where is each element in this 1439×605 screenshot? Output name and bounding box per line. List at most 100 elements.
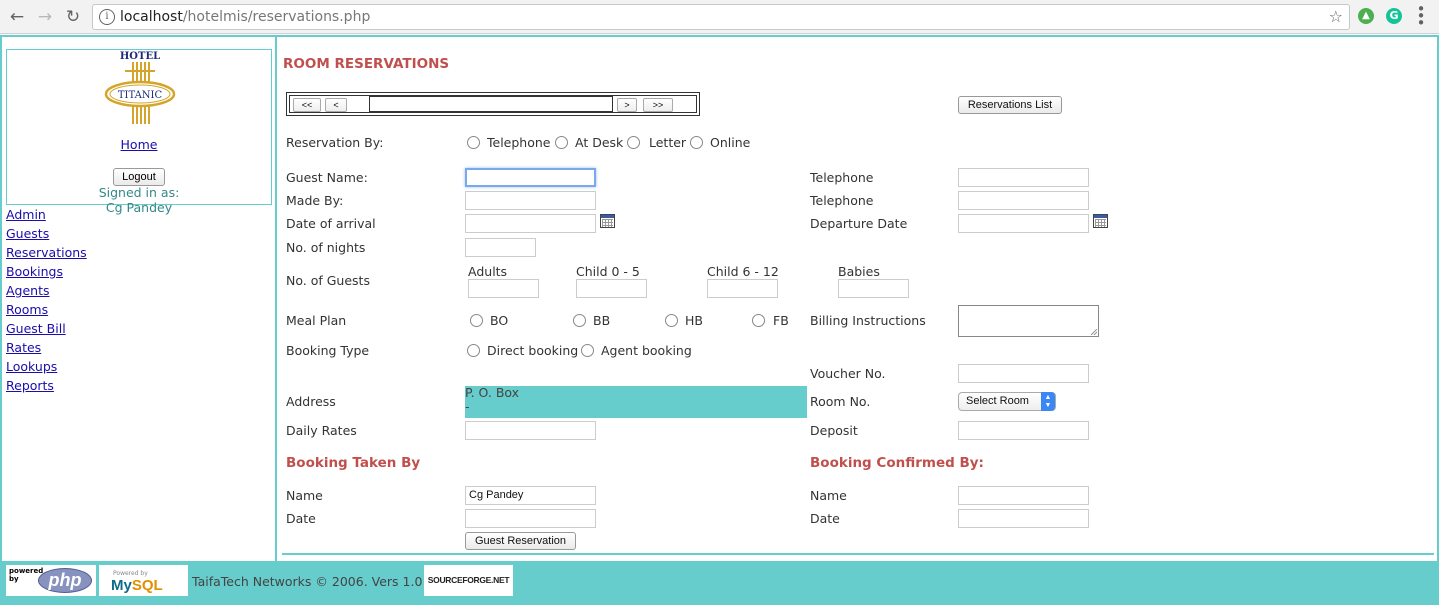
sidebar-link-reports[interactable]: Reports xyxy=(6,378,54,393)
back-arrow-icon[interactable]: ← xyxy=(6,6,28,28)
confirmed-by-name-input[interactable] xyxy=(958,486,1089,505)
logout-button[interactable]: Logout xyxy=(113,168,165,186)
daily-rates-input[interactable] xyxy=(465,421,596,440)
child-6-12-label: Child 6 - 12 xyxy=(707,264,779,279)
radio-meal-bo-label: BO xyxy=(490,313,509,328)
sidebar-link-guests[interactable]: Guests xyxy=(6,226,49,241)
sidebar-link-guest-bill[interactable]: Guest Bill xyxy=(6,321,66,336)
page-frame: HOTEL TITANIC Home Logout Signed in as: … xyxy=(0,35,1439,605)
radio-meal-fb-label: FB xyxy=(773,313,789,328)
radio-agent-booking[interactable] xyxy=(581,344,594,357)
sidebar-link-rates[interactable]: Rates xyxy=(6,340,41,355)
calendar-icon[interactable] xyxy=(1093,214,1108,228)
footer-copyright: TaifaTech Networks © 2006. Vers 1.0 xyxy=(192,574,423,589)
no-of-nights-label: No. of nights xyxy=(286,240,366,255)
room-select[interactable]: Select Room ▲ ▼ xyxy=(958,392,1056,411)
telephone-label-2: Telephone xyxy=(810,193,874,208)
radio-online[interactable] xyxy=(690,136,703,149)
radio-meal-hb-label: HB xyxy=(685,313,703,328)
radio-telephone-label: Telephone xyxy=(487,135,551,150)
address-block[interactable]: P. O. Box - xyxy=(465,386,807,418)
record-pager: << < > >> xyxy=(286,92,700,116)
sidebar-item-guest-bill: Guest Bill xyxy=(6,321,87,340)
radio-meal-fb[interactable] xyxy=(752,314,765,327)
sidebar-link-admin[interactable]: Admin xyxy=(6,207,46,222)
confirmed-by-name-label: Name xyxy=(810,488,847,503)
guest-reservation-button[interactable]: Guest Reservation xyxy=(465,532,576,550)
sidebar-link-rooms[interactable]: Rooms xyxy=(6,302,48,317)
child-6-12-input[interactable] xyxy=(707,279,778,298)
php-powered-badge[interactable]: powered by php xyxy=(6,565,96,596)
taken-by-name-label: Name xyxy=(286,488,323,503)
babies-label: Babies xyxy=(838,264,880,279)
info-icon[interactable]: i xyxy=(99,9,115,25)
adults-input[interactable] xyxy=(468,279,539,298)
sidebar-item-admin: Admin xyxy=(6,207,87,226)
telephone-input-1[interactable] xyxy=(958,168,1089,187)
no-of-nights-input[interactable] xyxy=(465,238,536,257)
pager-last-button[interactable]: >> xyxy=(643,98,673,112)
mysql-powered-badge[interactable]: Powered by MySQL xyxy=(99,565,188,596)
forward-arrow-icon[interactable]: → xyxy=(34,6,56,28)
voucher-no-label: Voucher No. xyxy=(810,366,886,381)
radio-telephone[interactable] xyxy=(467,136,480,149)
sidebar-item-reports: Reports xyxy=(6,378,87,397)
address-bar[interactable]: i localhost/hotelmis/reservations.php ☆ xyxy=(92,4,1350,30)
sidebar-link-reservations[interactable]: Reservations xyxy=(6,245,87,260)
taken-by-name-input[interactable]: Cg Pandey xyxy=(465,486,596,505)
sidebar-menu: Admin Guests Reservations Bookings Agent… xyxy=(6,207,87,397)
url-text[interactable]: localhost/hotelmis/reservations.php xyxy=(120,9,370,25)
departure-date-input[interactable] xyxy=(958,214,1089,233)
taken-by-date-input[interactable] xyxy=(465,509,596,528)
browser-menu-icon[interactable]: • • • xyxy=(1415,2,1427,31)
sidebar-link-agents[interactable]: Agents xyxy=(6,283,50,298)
billing-instructions-textarea[interactable] xyxy=(958,305,1099,337)
radio-agent-booking-label: Agent booking xyxy=(601,343,692,358)
pager-next-button[interactable]: > xyxy=(617,98,637,112)
deposit-input[interactable] xyxy=(958,421,1089,440)
child-0-5-label: Child 0 - 5 xyxy=(576,264,640,279)
sidebar-item-guests: Guests xyxy=(6,226,87,245)
babies-input[interactable] xyxy=(838,279,909,298)
confirmed-by-date-label: Date xyxy=(810,511,840,526)
reload-icon[interactable]: ↻ xyxy=(62,6,84,28)
voucher-no-input[interactable] xyxy=(958,364,1089,383)
reservations-list-button[interactable]: Reservations List xyxy=(958,96,1062,114)
radio-direct-booking[interactable] xyxy=(467,344,480,357)
address-line-1: P. O. Box xyxy=(465,385,520,400)
radio-meal-bb-label: BB xyxy=(593,313,611,328)
bookmark-star-icon[interactable]: ☆ xyxy=(1329,7,1343,26)
select-arrows-icon: ▲ ▼ xyxy=(1041,392,1055,411)
mysql-my: My xyxy=(111,577,132,594)
child-0-5-input[interactable] xyxy=(576,279,647,298)
sidebar-link-lookups[interactable]: Lookups xyxy=(6,359,57,374)
adults-label: Adults xyxy=(468,264,508,279)
home-link[interactable]: Home xyxy=(7,137,271,152)
arrival-date-input[interactable] xyxy=(465,214,596,233)
grammarly-icon[interactable]: G xyxy=(1386,8,1402,24)
telephone-input-2[interactable] xyxy=(958,191,1089,210)
footer: powered by php Powered by MySQL TaifaTec… xyxy=(2,561,1437,603)
logo-hotel-text: HOTEL xyxy=(120,51,160,62)
radio-letter[interactable] xyxy=(627,136,640,149)
pager-prev-button[interactable]: < xyxy=(325,98,347,112)
booking-taken-by-heading: Booking Taken By xyxy=(286,455,421,471)
booking-type-label: Booking Type xyxy=(286,343,370,358)
sidebar-link-bookings[interactable]: Bookings xyxy=(6,264,63,279)
calendar-icon[interactable] xyxy=(600,214,615,228)
radio-meal-bb[interactable] xyxy=(573,314,586,327)
extension-icon[interactable]: ▲ xyxy=(1358,8,1374,24)
radio-at-desk[interactable] xyxy=(555,136,568,149)
made-by-input[interactable] xyxy=(465,191,596,210)
radio-meal-hb[interactable] xyxy=(665,314,678,327)
pager-record-field[interactable] xyxy=(369,96,613,112)
address-line-2: - xyxy=(465,399,470,414)
guest-name-input[interactable] xyxy=(465,168,596,187)
confirmed-by-date-input[interactable] xyxy=(958,509,1089,528)
room-no-label: Room No. xyxy=(810,394,871,409)
sourceforge-badge[interactable]: SOURCEFORGE.NET xyxy=(424,565,513,596)
radio-meal-bo[interactable] xyxy=(470,314,483,327)
booking-confirmed-by-heading: Booking Confirmed By: xyxy=(810,455,984,471)
pager-first-button[interactable]: << xyxy=(293,98,321,112)
made-by-label: Made By: xyxy=(286,193,344,208)
